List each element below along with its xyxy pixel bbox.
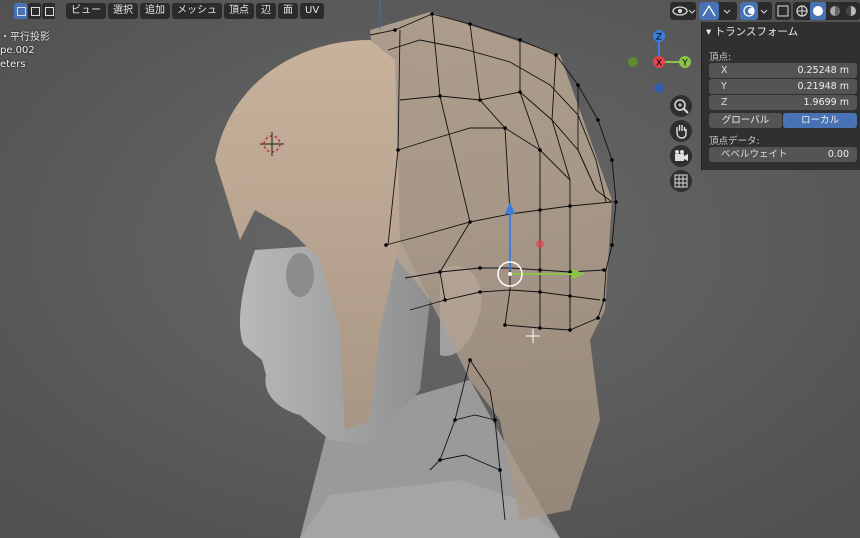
- menu-vertex[interactable]: 頂点: [224, 3, 254, 19]
- select-mode-group: [14, 3, 56, 19]
- pan-button[interactable]: [670, 120, 692, 142]
- camera-icon: [675, 150, 688, 161]
- shading-mode-group: [793, 2, 860, 20]
- vertex-y-field[interactable]: Y 0.21948 m: [709, 79, 857, 94]
- xray-toggle[interactable]: [775, 2, 791, 20]
- vertex-z-field[interactable]: Z 1.9699 m: [709, 95, 857, 110]
- zoom-icon: [674, 99, 689, 114]
- visibility-dropdown[interactable]: [670, 2, 696, 20]
- x-value: 0.25248 m: [797, 65, 849, 76]
- bevel-weight-label: ベベルウェイト: [721, 149, 788, 160]
- navigation-gizmo[interactable]: Z X Y: [624, 26, 696, 96]
- xray-icon: [777, 5, 789, 17]
- bevel-weight-value: 0.00: [827, 149, 849, 160]
- svg-text:Z: Z: [656, 33, 662, 43]
- vertex-select-mode-button[interactable]: [14, 3, 27, 19]
- overlay-dropdown[interactable]: [740, 2, 772, 20]
- ortho-toggle-button[interactable]: [670, 170, 692, 192]
- face-select-mode-button[interactable]: [42, 3, 55, 19]
- vertex-x-field[interactable]: X 0.25248 m: [709, 63, 857, 78]
- z-label: Z: [721, 97, 728, 108]
- grid-icon: [674, 174, 688, 188]
- menu-view[interactable]: ビュー: [66, 3, 106, 19]
- menu-add[interactable]: 追加: [140, 3, 170, 19]
- transform-panel: ▾ トランスフォーム 頂点: X 0.25248 m Y 0.21948 m Z…: [701, 22, 860, 170]
- header-menu-bar: ビュー 選択 追加 メッシュ 頂点 辺 面 UV: [66, 3, 326, 19]
- menu-uv[interactable]: UV: [300, 3, 325, 19]
- eye-shape: [286, 253, 314, 297]
- camera-view-button[interactable]: [670, 145, 692, 167]
- svg-text:X: X: [656, 59, 662, 69]
- svg-text:Y: Y: [681, 59, 688, 69]
- zoom-button[interactable]: [670, 95, 692, 117]
- view-name-text: ・平行投影: [0, 32, 50, 43]
- gizmo-dropdown[interactable]: [699, 2, 737, 20]
- global-toggle[interactable]: グローバル: [709, 113, 782, 128]
- gizmo-icon: [702, 4, 731, 17]
- menu-edge[interactable]: 辺: [256, 3, 276, 19]
- local-toggle[interactable]: ローカル: [783, 113, 857, 128]
- edge-select-mode-button[interactable]: [28, 3, 41, 19]
- y-value: 0.21948 m: [797, 81, 849, 92]
- units-text: eters: [0, 59, 26, 70]
- z-value: 1.9699 m: [803, 97, 849, 108]
- menu-face[interactable]: 面: [278, 3, 298, 19]
- bevel-weight-field[interactable]: ベベルウェイト 0.00: [709, 147, 857, 162]
- neg-y-axis-icon[interactable]: [628, 57, 638, 67]
- menu-mesh[interactable]: メッシュ: [172, 3, 222, 19]
- shading-icons[interactable]: [793, 2, 860, 20]
- collapse-triangle-icon: ▾: [706, 26, 712, 38]
- vertex-data-label: 頂点データ:: [709, 136, 760, 147]
- menu-select[interactable]: 選択: [108, 3, 138, 19]
- neg-z-axis-icon[interactable]: [654, 83, 664, 93]
- overlay-icon: [743, 5, 768, 17]
- hand-icon: [676, 125, 687, 139]
- vertex-label: 頂点:: [709, 52, 732, 63]
- y-label: Y: [721, 81, 727, 92]
- panel-title: トランスフォーム: [714, 26, 799, 38]
- eye-icon: [672, 6, 696, 16]
- transform-panel-header[interactable]: ▾ トランスフォーム: [706, 24, 798, 39]
- object-name-text: pe.002: [0, 45, 35, 56]
- x-label: X: [721, 65, 728, 76]
